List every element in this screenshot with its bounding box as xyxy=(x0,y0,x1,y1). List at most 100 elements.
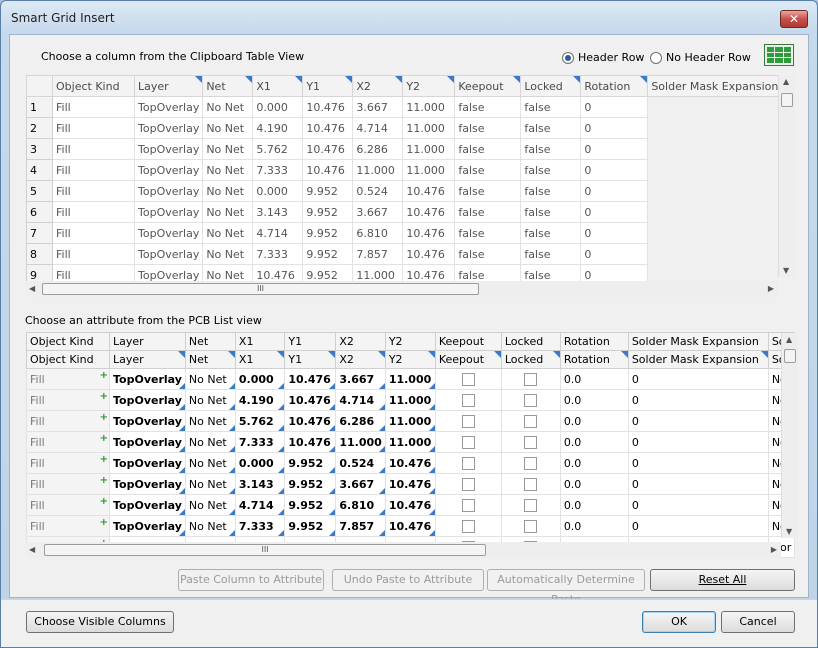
table-cell[interactable]: 3.667 xyxy=(352,96,404,118)
checkbox[interactable] xyxy=(461,477,475,491)
table-cell[interactable]: Fill xyxy=(52,117,135,139)
table-cell[interactable]: 11.000 xyxy=(335,431,386,453)
checkbox[interactable] xyxy=(524,477,538,491)
locked-checkbox-cell[interactable] xyxy=(500,410,561,432)
pcb-column-header[interactable]: Object Kind xyxy=(26,332,110,351)
locked-checkbox-cell[interactable] xyxy=(500,452,561,474)
row-number[interactable]: 4 xyxy=(26,159,53,181)
table-cell[interactable]: 7.857 xyxy=(352,243,404,265)
checkbox[interactable] xyxy=(461,393,475,407)
table-cell[interactable]: 11.000 xyxy=(402,138,456,160)
scroll-right-icon[interactable]: ▶ xyxy=(771,545,777,554)
table-cell[interactable]: 3.667 xyxy=(352,201,404,223)
table-cell[interactable]: 11.000 xyxy=(402,117,456,139)
clipboard-column-header[interactable]: Y2 xyxy=(402,75,456,97)
checkbox[interactable] xyxy=(524,456,538,470)
table-cell[interactable]: TopOverlay xyxy=(133,96,204,118)
table-cell[interactable]: false xyxy=(454,243,522,265)
table-row[interactable]: Fill + TopOverlay No Net 4.190 10.476 4.714 11.… xyxy=(26,389,796,411)
table-cell[interactable]: No Net xyxy=(202,96,254,118)
keepout-checkbox-cell[interactable] xyxy=(434,431,502,453)
table-cell[interactable]: 0.0 xyxy=(559,515,629,537)
table-cell[interactable]: 9.952 xyxy=(302,243,354,265)
keepout-checkbox-cell[interactable] xyxy=(434,452,502,474)
table-cell[interactable]: 5.762 xyxy=(234,410,286,432)
clipboard-column-header[interactable]: Keepout xyxy=(454,75,522,97)
table-cell[interactable]: No Net xyxy=(202,117,254,139)
table-cell[interactable]: TopOverlay xyxy=(133,222,204,244)
table-cell[interactable]: false xyxy=(520,180,582,202)
smart-grid-icon[interactable] xyxy=(764,44,794,66)
table-cell[interactable]: TopOverlay xyxy=(133,201,204,223)
scroll-left-icon[interactable]: ◀ xyxy=(29,284,35,293)
table-row[interactable]: 6 Fill TopOverlay No Net 3.143 9.952 3.667 10.4… xyxy=(26,201,783,223)
auto-determine-paste-button[interactable]: Automatically Determine Paste xyxy=(487,569,645,606)
table-cell[interactable]: 10.476 xyxy=(284,389,337,411)
table-cell[interactable]: 0.0 xyxy=(559,473,629,495)
object-kind-cell[interactable]: Fill+ xyxy=(26,410,110,432)
pcb-attribute-header[interactable]: Layer xyxy=(109,350,186,369)
pcb-horizontal-scrollbar[interactable]: ◀ III ▶ xyxy=(26,542,781,558)
pcb-column-header[interactable]: X1 xyxy=(234,332,286,351)
locked-checkbox-cell[interactable] xyxy=(500,515,561,537)
table-cell[interactable]: 4.714 xyxy=(234,494,286,516)
table-cell[interactable]: 9.952 xyxy=(284,452,337,474)
scroll-down-icon[interactable]: ▼ xyxy=(783,266,789,275)
table-cell[interactable]: false xyxy=(520,201,582,223)
table-cell[interactable]: false xyxy=(520,96,582,118)
table-cell[interactable]: 10.476 xyxy=(284,410,337,432)
row-number[interactable]: 6 xyxy=(26,201,53,223)
clipboard-horizontal-scrollbar[interactable]: ◀ III ▶ xyxy=(26,281,778,297)
table-cell[interactable]: false xyxy=(520,159,582,181)
table-cell[interactable]: 0 xyxy=(627,410,769,432)
scroll-up-icon[interactable]: ▲ xyxy=(783,77,789,86)
keepout-checkbox-cell[interactable] xyxy=(434,494,502,516)
table-cell[interactable]: 10.476 xyxy=(302,117,354,139)
object-kind-cell[interactable]: Fill+ xyxy=(26,473,110,495)
table-row[interactable]: Fill + TopOverlay No Net 3.143 9.952 3.667 10.4… xyxy=(26,473,796,495)
table-cell[interactable]: 0 xyxy=(580,243,649,265)
pcb-column-header[interactable]: Rotation xyxy=(559,332,629,351)
row-number[interactable]: 3 xyxy=(26,138,53,160)
table-row[interactable]: Fill + TopOverlay No Net 5.762 10.476 6.286 11.… xyxy=(26,410,796,432)
table-cell[interactable]: 0 xyxy=(627,494,769,516)
checkbox[interactable] xyxy=(461,519,475,533)
table-cell[interactable]: 4.190 xyxy=(252,117,304,139)
table-row[interactable]: Fill + TopOverlay No Net 7.333 10.476 11.000 11… xyxy=(26,431,796,453)
table-cell[interactable]: 11.000 xyxy=(402,96,456,118)
table-cell[interactable]: false xyxy=(454,117,522,139)
table-cell[interactable]: false xyxy=(454,180,522,202)
paste-column-button[interactable]: Paste Column to Attribute xyxy=(178,569,324,591)
table-cell[interactable]: false xyxy=(520,117,582,139)
table-cell[interactable]: 10.476 xyxy=(302,159,354,181)
table-cell[interactable]: 0 xyxy=(627,389,769,411)
table-cell[interactable]: 10.476 xyxy=(384,515,436,537)
table-cell[interactable]: false xyxy=(454,201,522,223)
checkbox[interactable] xyxy=(524,519,538,533)
object-kind-cell[interactable]: Fill+ xyxy=(26,389,110,411)
table-cell[interactable]: Fill xyxy=(52,138,135,160)
pcb-attribute-header[interactable]: X2 xyxy=(335,350,386,369)
row-number[interactable]: 2 xyxy=(26,117,53,139)
table-cell[interactable]: TopOverlay xyxy=(109,515,186,537)
table-cell[interactable]: No Net xyxy=(184,431,236,453)
table-cell[interactable]: false xyxy=(454,159,522,181)
table-cell[interactable]: 9.952 xyxy=(302,201,354,223)
table-row[interactable]: Fill + TopOverlay No Net 7.333 9.952 7.857 10.4… xyxy=(26,515,796,537)
table-cell[interactable]: TopOverlay xyxy=(133,159,204,181)
object-kind-cell[interactable]: Fill+ xyxy=(26,452,110,474)
pcb-attribute-header[interactable]: Solder Mask Expansion xyxy=(627,350,769,369)
scroll-thumb[interactable] xyxy=(781,93,793,107)
table-cell[interactable]: No Net xyxy=(202,222,254,244)
table-cell[interactable]: 0.0 xyxy=(559,431,629,453)
table-row[interactable]: 8 Fill TopOverlay No Net 7.333 9.952 7.857 10.4… xyxy=(26,243,783,265)
pcb-vertical-scrollbar[interactable]: ▲ ▼ xyxy=(781,333,798,538)
locked-checkbox-cell[interactable] xyxy=(500,389,561,411)
clipboard-column-header[interactable]: Rotation xyxy=(580,75,649,97)
table-cell[interactable]: 10.476 xyxy=(402,243,456,265)
pcb-column-header[interactable]: Y1 xyxy=(284,332,337,351)
table-cell[interactable]: TopOverlay xyxy=(109,473,186,495)
table-cell[interactable]: 0.000 xyxy=(252,96,304,118)
table-cell[interactable]: No Net xyxy=(184,452,236,474)
table-cell[interactable]: 0.0 xyxy=(559,410,629,432)
